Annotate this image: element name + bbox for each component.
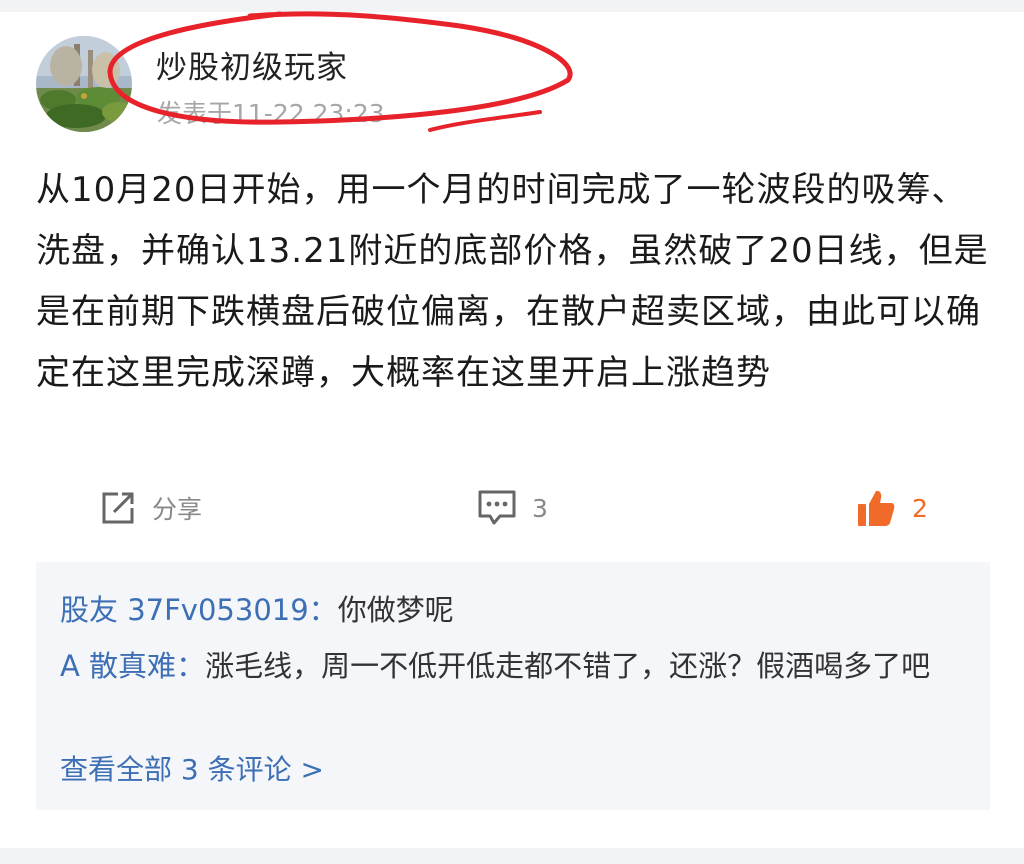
comment-text: 你做梦呢 (337, 593, 454, 627)
comment-author[interactable]: A 散真难 (60, 649, 176, 683)
post-body-text: 从10月20日开始，用一个月的时间完成了一轮波段的吸筹、洗盘，并确认13.21附… (36, 170, 989, 393)
like-button[interactable]: 2 (856, 482, 928, 534)
comment-preview: 股友 37Fv053019：你做梦呢 A 散真难：涨毛线，周一不低开低走都不错了… (36, 562, 990, 810)
page: 炒股初级玩家 发表于11-22 23:23 从10月20日开始，用一个月的时间完… (0, 0, 1024, 864)
action-bar: 分享 3 2 (0, 482, 1024, 534)
comment-item: A 散真难：涨毛线，周一不低开低走都不错了，还涨？假酒喝多了吧 (60, 640, 960, 692)
avatar-image (36, 36, 132, 132)
thumbs-up-icon (858, 490, 895, 526)
comment-count: 3 (532, 493, 548, 523)
share-button[interactable]: 分享 (98, 482, 202, 534)
comment-author[interactable]: 股友 37Fv053019 (60, 593, 309, 627)
comment-text: 涨毛线，周一不低开低走都不错了，还涨？假酒喝多了吧 (205, 649, 931, 683)
share-icon (102, 492, 134, 524)
comment-item: 股友 37Fv053019：你做梦呢 (60, 584, 960, 636)
share-label: 分享 (152, 495, 203, 524)
avatar[interactable] (36, 36, 132, 132)
post-card: 炒股初级玩家 发表于11-22 23:23 从10月20日开始，用一个月的时间完… (0, 11, 1024, 848)
post-timestamp: 发表于11-22 23:23 (157, 99, 385, 128)
author-name[interactable]: 炒股初级玩家 (156, 42, 348, 87)
view-all-comments-link[interactable]: 查看全部 3 条评论 > (60, 744, 324, 796)
like-count: 2 (912, 493, 928, 523)
comment-icon (478, 490, 516, 525)
comment-button[interactable]: 3 (476, 482, 548, 534)
comment-separator: ： (308, 593, 338, 627)
comment-separator: ： (176, 649, 206, 683)
